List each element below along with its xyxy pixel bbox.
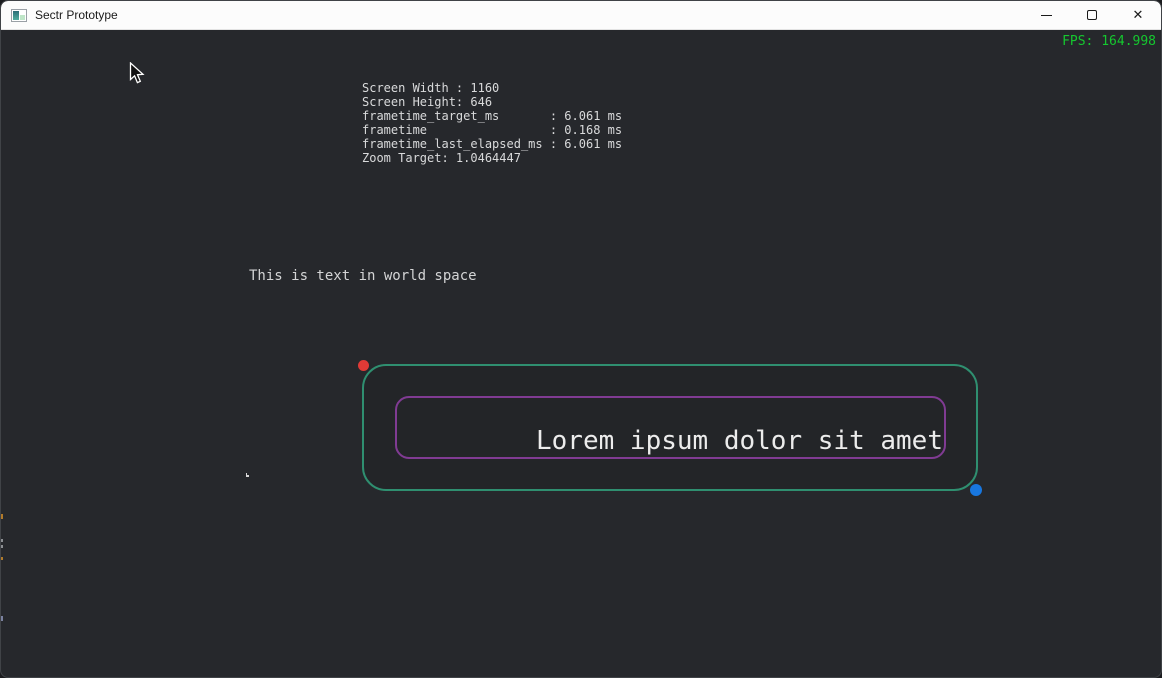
maximize-button[interactable] (1069, 1, 1115, 29)
edge-artifact (1, 616, 3, 621)
edge-artifact (1, 539, 3, 542)
canvas-content: FPS: 164.998 Screen Width : 1160 Screen … (1, 31, 1161, 677)
edge-artifact (1, 557, 3, 560)
inner-text-box[interactable]: Lorem ipsum dolor sit amet (395, 396, 946, 459)
close-icon: ✕ (1133, 9, 1144, 22)
close-button[interactable]: ✕ (1115, 1, 1161, 29)
app-icon-left-pane (13, 11, 19, 20)
edge-artifact (1, 545, 3, 548)
minimize-icon (1041, 15, 1052, 16)
tick-mark (246, 475, 249, 477)
minimize-button[interactable] (1023, 1, 1069, 29)
debug-line-zoom-target: Zoom Target: 1.0464447 (362, 151, 622, 165)
debug-line-frametime-elapsed: frametime_last_elapsed_ms : 6.061 ms (362, 137, 622, 151)
mouse-cursor-icon (129, 62, 145, 85)
window-controls: ✕ (1023, 1, 1161, 29)
fps-counter: FPS: 164.998 (1062, 34, 1156, 49)
world-space-text: This is text in world space (249, 268, 477, 284)
titlebar[interactable]: Sectr Prototype ✕ (1, 1, 1161, 30)
debug-overlay: Screen Width : 1160 Screen Height: 646 f… (362, 81, 622, 165)
debug-line-screen-height: Screen Height: 646 (362, 95, 622, 109)
window-title: Sectr Prototype (35, 8, 118, 22)
maximize-icon (1087, 10, 1097, 20)
lorem-text: Lorem ipsum dolor sit amet (536, 426, 943, 456)
edge-artifact (1, 514, 3, 519)
app-icon (11, 9, 27, 22)
blue-handle-dot[interactable] (970, 484, 982, 496)
debug-line-frametime: frametime : 0.168 ms (362, 123, 622, 137)
debug-line-screen-width: Screen Width : 1160 (362, 81, 622, 95)
app-window: Sectr Prototype ✕ FPS: 164.998 Screen Wi… (0, 0, 1162, 678)
app-icon-patch (20, 15, 25, 20)
debug-line-frametime-target: frametime_target_ms : 6.061 ms (362, 109, 622, 123)
red-handle-dot[interactable] (358, 360, 369, 371)
